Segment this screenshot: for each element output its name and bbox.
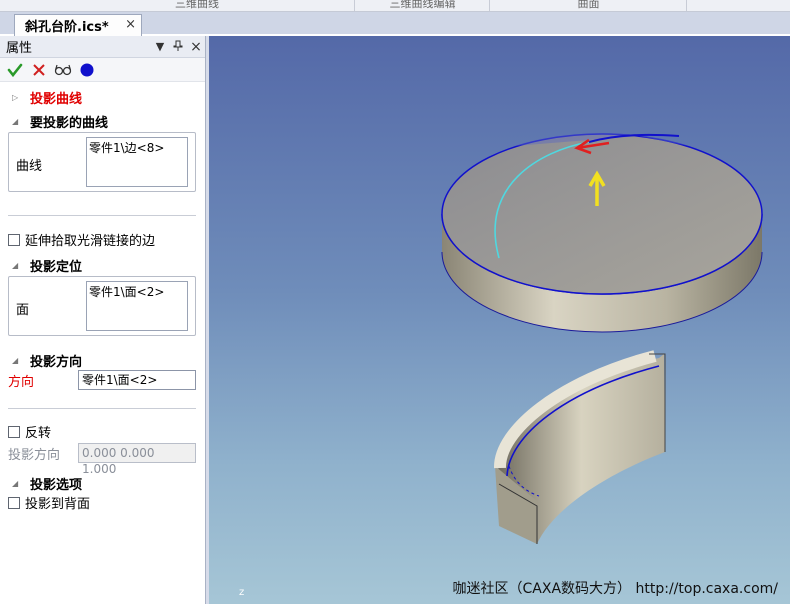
section-title-projection-options: 投影选项	[30, 477, 83, 493]
section-title-curve-to-project: 要投影的曲线	[30, 115, 109, 131]
section-curve-to-project: ◢ 要投影的曲线	[0, 111, 206, 131]
face-listbox[interactable]: 零件1\面<2>	[86, 281, 188, 331]
divider	[8, 408, 196, 409]
curve-label: 曲线	[16, 159, 43, 174]
upper-disk[interactable]	[441, 132, 763, 333]
axis-z-label: z	[239, 587, 245, 598]
face-group: 面 零件1\面<2>	[8, 276, 196, 336]
expanded-triangle-icon[interactable]: ◢	[12, 117, 22, 126]
property-panel: 属性 ▼ × ▷ 投影曲线 ◢ 要投影的曲线 曲线 零件1\边<8> 延伸拾取光…	[0, 36, 206, 604]
section-title-projection-direction: 投影方向	[30, 354, 83, 370]
divider	[8, 215, 196, 216]
expanded-triangle-icon[interactable]: ◢	[12, 356, 22, 365]
curve-group: 曲线 零件1\边<8>	[8, 132, 196, 192]
project-backface-label: 投影到背面	[25, 497, 91, 512]
extend-smooth-edges-row[interactable]: 延伸拾取光滑链接的边	[8, 230, 155, 249]
panel-header: 属性 ▼ ×	[0, 36, 205, 58]
section-title-projection-curve: 投影曲线	[30, 91, 83, 107]
reverse-row[interactable]: 反转	[8, 422, 51, 441]
project-backface-row[interactable]: 投影到背面	[8, 493, 90, 512]
cross-icon[interactable]	[30, 61, 48, 79]
expanded-triangle-icon[interactable]: ◢	[12, 261, 22, 270]
panel-close-icon[interactable]: ×	[187, 39, 205, 55]
direction-input[interactable]: 零件1\面<2>	[78, 370, 196, 390]
lower-half-part[interactable]	[493, 350, 666, 544]
panel-pin-icon[interactable]	[169, 40, 187, 54]
extend-smooth-edges-checkbox[interactable]	[8, 233, 20, 246]
section-projection-options: ◢ 投影选项	[0, 473, 206, 493]
document-tab-bar: 斜孔台阶.ics* ×	[0, 12, 790, 36]
project-backface-checkbox[interactable]	[8, 496, 20, 509]
direction-row: 方向 零件1\面<2>	[8, 370, 198, 390]
curve-listbox[interactable]: 零件1\边<8>	[86, 137, 188, 187]
document-tab-title: 斜孔台阶.ics*	[25, 20, 109, 35]
projection-vector-input: 0.000 0.000 1.000	[78, 443, 196, 476]
section-header[interactable]: ◢ 投影方向	[0, 350, 206, 370]
panel-title: 属性	[6, 41, 33, 56]
check-icon[interactable]	[6, 61, 24, 79]
panel-toolbar	[0, 58, 205, 82]
section-header[interactable]: ◢ 投影选项	[0, 473, 206, 493]
section-header[interactable]: ▷ 投影曲线	[0, 87, 206, 107]
ribbon-segment-3d-curve[interactable]: 三维曲线	[40, 0, 355, 11]
projection-vector-row: 投影方向 0.000 0.000 1.000	[8, 443, 198, 476]
section-header[interactable]: ◢ 要投影的曲线	[0, 111, 206, 131]
section-projection-curve: ▷ 投影曲线	[0, 87, 206, 107]
document-tab[interactable]: 斜孔台阶.ics* ×	[14, 14, 142, 36]
ribbon-segment-3d-curve-edit[interactable]: 三维曲线编辑	[356, 0, 490, 11]
scene-graphic	[441, 132, 763, 544]
tab-close-icon[interactable]: ×	[125, 17, 136, 32]
reverse-label: 反转	[25, 426, 52, 441]
face-label: 面	[16, 303, 30, 318]
reverse-checkbox[interactable]	[8, 425, 20, 438]
section-title-projection-position: 投影定位	[30, 259, 83, 275]
direction-label: 方向	[8, 374, 35, 390]
watermark-text: 咖迷社区（CAXA数码大方） http://top.caxa.com/	[452, 581, 778, 597]
expanded-triangle-icon[interactable]: ◢	[12, 479, 22, 488]
glasses-icon[interactable]	[54, 61, 72, 79]
collapsed-triangle-icon[interactable]: ▷	[12, 93, 22, 102]
3d-viewport[interactable]: z 咖迷社区（CAXA数码大方） http://top.caxa.com/	[209, 36, 790, 604]
blue-circle-icon[interactable]	[78, 61, 96, 79]
section-projection-direction: ◢ 投影方向	[0, 350, 206, 370]
panel-dropdown-icon[interactable]: ▼	[151, 40, 169, 53]
section-header[interactable]: ◢ 投影定位	[0, 255, 206, 275]
ribbon-segment-surface[interactable]: 曲面	[491, 0, 687, 11]
extend-smooth-edges-label: 延伸拾取光滑链接的边	[25, 234, 156, 249]
ribbon-strip: 三维曲线 三维曲线编辑 曲面	[0, 0, 790, 12]
section-projection-position: ◢ 投影定位	[0, 255, 206, 275]
projection-vector-label: 投影方向	[8, 447, 61, 463]
